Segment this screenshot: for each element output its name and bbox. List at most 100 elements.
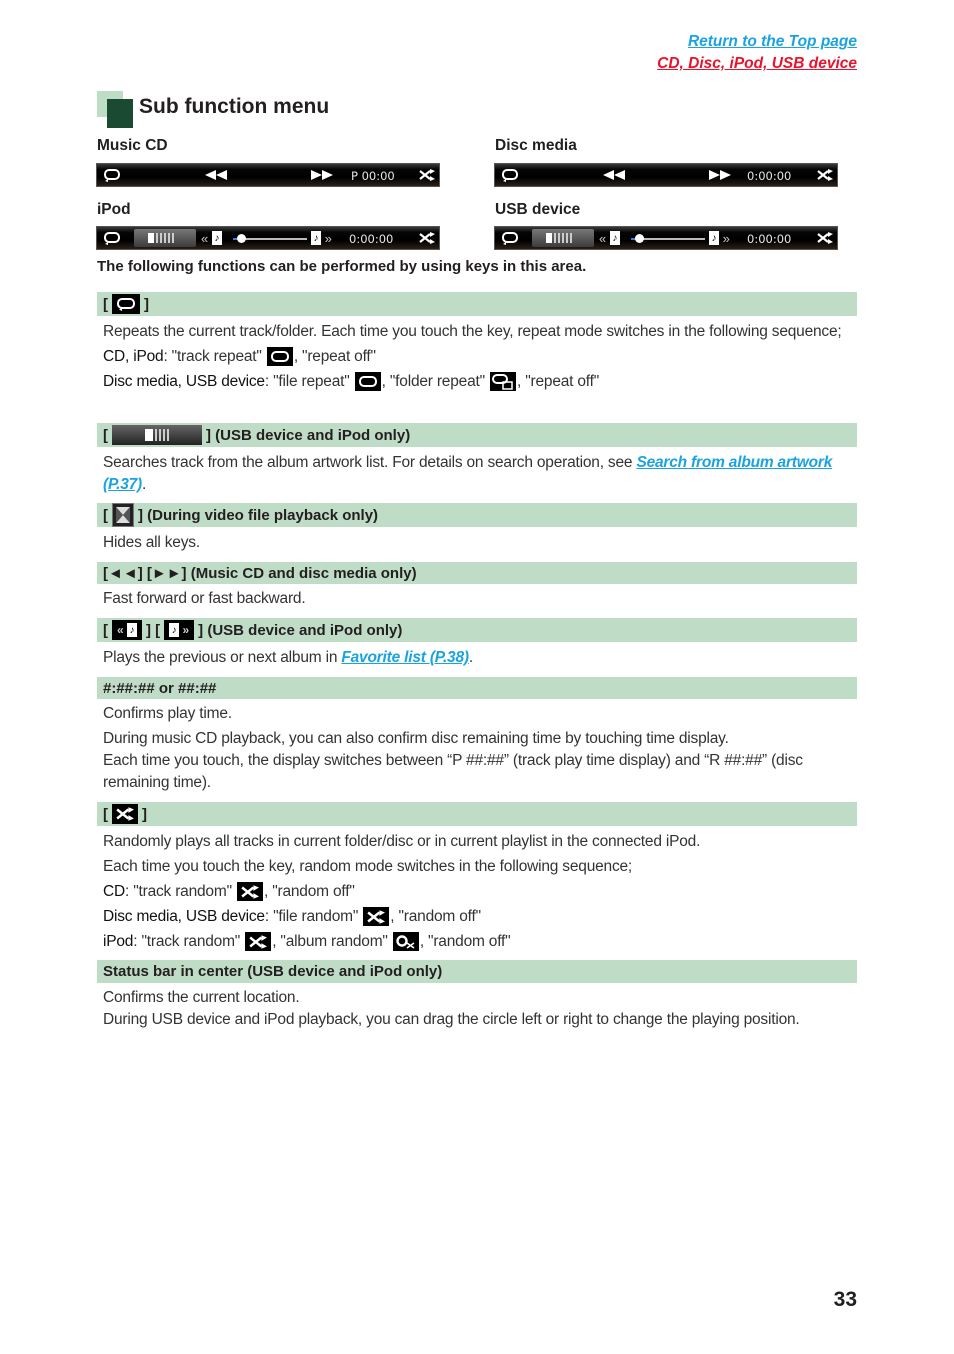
text: Hides all keys. xyxy=(103,534,200,551)
rewind-icon[interactable] xyxy=(603,167,625,183)
label-disc-media: Disc media xyxy=(495,137,577,154)
repeat-text: Repeats the current track/folder. Each t… xyxy=(103,323,842,340)
artwork-header: [ ] (USB device and iPod only) xyxy=(97,423,857,447)
header-text: ] (During video file playback only) xyxy=(138,506,379,524)
next-album-icon: ♪ » xyxy=(164,620,195,640)
text: Confirms the current location. xyxy=(103,989,300,1006)
intro-text: The following functions can be performed… xyxy=(97,258,587,275)
ipod-bar: « ♪ ♪ » 0:00:00 xyxy=(96,226,440,250)
time-display[interactable]: P 00:00 xyxy=(351,168,395,184)
file-random-icon xyxy=(363,907,390,927)
folder-repeat-icon xyxy=(490,372,517,392)
label-music-cd: Music CD xyxy=(97,137,168,154)
random-icon xyxy=(112,804,138,824)
label-ipod: iPod xyxy=(97,201,131,218)
slider-knob[interactable] xyxy=(634,234,644,243)
text: Each time you touch, the display switche… xyxy=(103,752,803,791)
title-marker-dark xyxy=(107,99,133,128)
slider-knob[interactable] xyxy=(236,234,246,243)
cd-label: CD, iPod xyxy=(103,348,164,365)
repeat-icon[interactable] xyxy=(103,230,121,246)
next-album-icon[interactable]: ♪ » xyxy=(709,230,730,246)
status-slider[interactable] xyxy=(233,234,307,243)
prev-album-icon: « ♪ xyxy=(112,620,142,640)
album-description: Plays the previous or next album in Favo… xyxy=(103,647,853,669)
bracket: [ xyxy=(103,805,108,823)
album-artwork-button[interactable] xyxy=(532,229,594,247)
label-usb-device: USB device xyxy=(495,201,581,218)
rewind-icon[interactable] xyxy=(205,167,227,183)
bracket: [ xyxy=(103,295,108,313)
nav-links: Return to the Top page CD, Disc, iPod, U… xyxy=(657,31,857,75)
fast-forward-icon[interactable] xyxy=(311,167,333,183)
hide-keys-header: [ ] (During video file playback only) xyxy=(97,503,857,527)
section-title: Sub function menu xyxy=(97,91,497,129)
music-cd-bar: P 00:00 xyxy=(96,163,440,187)
section-link[interactable]: CD, Disc, iPod, USB device xyxy=(657,53,857,75)
status-slider[interactable] xyxy=(631,234,705,243)
disc-label: Disc media, USB device xyxy=(103,908,265,925)
repeat-icon[interactable] xyxy=(103,167,121,183)
text: Confirms play time. xyxy=(103,705,232,722)
text: During USB device and iPod playback, you… xyxy=(103,1011,800,1028)
repeat-icon xyxy=(112,294,140,314)
album-random-icon xyxy=(392,932,419,952)
status-bar-header: Status bar in center (USB device and iPo… xyxy=(97,960,857,983)
text: , "album random" xyxy=(272,933,388,950)
track-random-icon xyxy=(236,882,263,902)
text: Each time you touch the key, random mode… xyxy=(103,858,633,875)
bracket: ] xyxy=(142,805,147,823)
bracket: [ xyxy=(103,506,108,524)
text: Randomly plays all tracks in current fol… xyxy=(103,833,701,850)
text: : "track random" xyxy=(125,883,232,900)
usb-device-bar: « ♪ ♪ » 0:00:00 xyxy=(494,226,838,250)
hide-keys-description: Hides all keys. xyxy=(103,532,853,554)
bracket: [ xyxy=(103,621,108,639)
text: . xyxy=(468,649,473,666)
cd-label: CD xyxy=(103,883,125,900)
album-artwork-icon xyxy=(112,425,202,445)
track-random-icon xyxy=(245,932,272,952)
bracket: ] [ xyxy=(146,621,161,639)
disc-label: Disc media, USB device xyxy=(103,373,265,390)
time-display[interactable]: 0:00:00 xyxy=(747,168,791,184)
header-text: ] (USB device and iPod only) xyxy=(198,621,403,639)
text: During music CD playback, you can also c… xyxy=(103,730,729,747)
page-title: Sub function menu xyxy=(139,95,330,118)
text: : "file repeat" xyxy=(264,373,350,390)
text: : "track repeat" xyxy=(163,348,262,365)
text: . xyxy=(142,476,147,493)
time-display[interactable]: 0:00:00 xyxy=(349,231,393,247)
bracket: [ xyxy=(103,426,108,444)
random-icon[interactable] xyxy=(817,167,833,183)
file-repeat-icon xyxy=(354,372,381,392)
text: Fast forward or fast backward. xyxy=(103,590,306,607)
random-icon[interactable] xyxy=(419,230,435,246)
header-text: ] (USB device and iPod only) xyxy=(206,426,411,444)
seek-header: [◄◄] [►►] (Music CD and disc media only) xyxy=(97,562,857,584)
favorite-list-link[interactable]: Favorite list (P.38) xyxy=(341,649,469,666)
random-icon[interactable] xyxy=(817,230,833,246)
prev-album-icon[interactable]: « ♪ xyxy=(201,230,222,246)
album-header: [ « ♪ ] [ ♪ » ] (USB device and iPod onl… xyxy=(97,618,857,642)
next-album-icon[interactable]: ♪ » xyxy=(311,230,332,246)
return-top-link[interactable]: Return to the Top page xyxy=(657,31,857,53)
repeat-icon[interactable] xyxy=(501,230,519,246)
status-bar-description: Confirms the current location. During US… xyxy=(103,987,853,1031)
random-description: Randomly plays all tracks in current fol… xyxy=(103,831,853,953)
seek-description: Fast forward or fast backward. xyxy=(103,588,853,610)
random-icon[interactable] xyxy=(419,167,435,183)
text: , "random off" xyxy=(419,933,511,950)
artwork-description: Searches track from the album artwork li… xyxy=(103,452,853,496)
text: : "track random" xyxy=(133,933,241,950)
fast-forward-icon[interactable] xyxy=(709,167,731,183)
time-description: Confirms play time. During music CD play… xyxy=(103,703,853,794)
prev-album-icon[interactable]: « ♪ xyxy=(599,230,620,246)
repeat-icon[interactable] xyxy=(501,167,519,183)
bracket: ] xyxy=(144,295,149,313)
text: : "file random" xyxy=(264,908,359,925)
repeat-description: Repeats the current track/folder. Each t… xyxy=(103,321,853,393)
album-artwork-button[interactable] xyxy=(134,229,196,247)
time-display[interactable]: 0:00:00 xyxy=(747,231,791,247)
page-number: 33 xyxy=(833,1288,857,1311)
